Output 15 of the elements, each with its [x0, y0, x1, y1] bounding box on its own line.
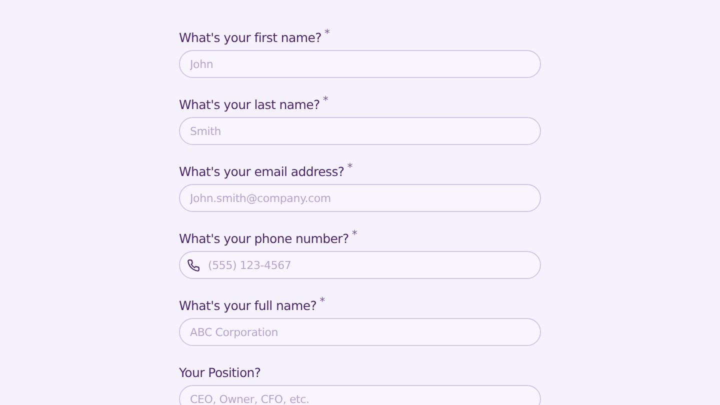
input-field[interactable]: (555) 123-4567 [179, 251, 541, 279]
required-mark: * [347, 162, 353, 173]
field-label: Your Position? [179, 364, 261, 382]
field-label: What's your phone number? [179, 230, 349, 248]
field-label: What's your last name? [179, 96, 320, 114]
input-field[interactable]: ABC Corporation [179, 318, 541, 346]
field-label: What's your full name? [179, 297, 317, 315]
required-mark: * [352, 229, 358, 240]
field-label: What's your email address? [179, 163, 344, 181]
input-field[interactable]: Smith [179, 117, 541, 145]
field-label: What's your first name? [179, 29, 322, 47]
required-mark: * [324, 28, 330, 39]
required-mark: * [322, 95, 328, 106]
input-field[interactable]: CEO, Owner, CFO, etc. [179, 385, 541, 405]
required-mark: * [320, 296, 326, 307]
